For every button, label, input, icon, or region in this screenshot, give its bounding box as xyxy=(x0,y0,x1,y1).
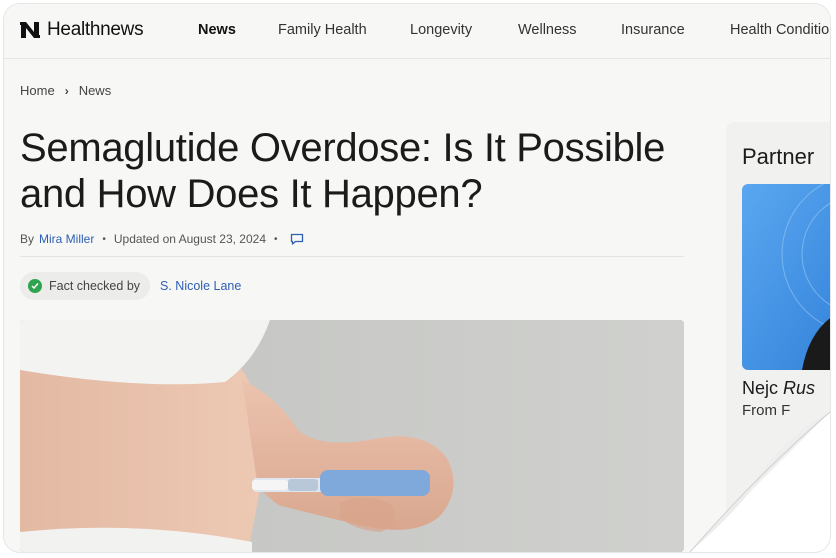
comment-icon[interactable] xyxy=(290,233,304,245)
author-link[interactable]: Mira Miller xyxy=(39,232,94,246)
page-frame: Healthnews News Family Health Longevity … xyxy=(4,4,830,552)
sidebar-title: Partner xyxy=(742,144,815,169)
injection-pen-illustration xyxy=(20,320,684,552)
breadcrumb-home[interactable]: Home xyxy=(20,83,55,98)
article-title: Semaglutide Overdose: Is It Possible and… xyxy=(20,126,666,216)
separator-dot: • xyxy=(274,233,278,245)
brand-name: Healthnews xyxy=(47,19,144,40)
partner-last-name: Rus xyxy=(783,378,816,398)
byline-divider xyxy=(20,256,684,257)
breadcrumb: Home › News xyxy=(20,83,111,98)
chevron-right-icon: › xyxy=(64,83,69,98)
updated-date: Updated on August 23, 2024 xyxy=(113,232,267,246)
nav-item-news[interactable]: News xyxy=(198,22,236,38)
page-curl-decoration xyxy=(689,411,830,552)
separator-dot: • xyxy=(102,233,106,245)
byline-prefix: By xyxy=(20,232,35,246)
breadcrumb-current[interactable]: News xyxy=(79,83,112,98)
fact-check-row: Fact checked by S. Nicole Lane xyxy=(20,272,241,300)
nav-item-health-conditions[interactable]: Health Conditio xyxy=(730,22,829,38)
partner-first-name: Nejc xyxy=(742,378,779,398)
partner-name: Nejc Rus xyxy=(742,378,815,399)
hero-image xyxy=(20,320,684,552)
article-byline: By Mira Miller • Updated on August 23, 2… xyxy=(20,232,304,246)
healthnews-logo-icon xyxy=(20,22,40,38)
brand-logo[interactable]: Healthnews xyxy=(20,19,144,41)
nav-item-longevity[interactable]: Longevity xyxy=(410,22,472,38)
nav-item-insurance[interactable]: Insurance xyxy=(621,22,685,38)
check-circle-icon xyxy=(28,279,42,293)
nav-item-family-health[interactable]: Family Health xyxy=(278,22,367,38)
fact-checker-link[interactable]: S. Nicole Lane xyxy=(160,279,241,293)
partner-portrait xyxy=(742,184,830,370)
fact-check-badge: Fact checked by xyxy=(20,272,151,300)
nav-item-wellness[interactable]: Wellness xyxy=(518,22,577,38)
fact-check-label: Fact checked by xyxy=(49,279,141,293)
partner-image[interactable] xyxy=(742,184,830,370)
top-navigation-bar: Healthnews News Family Health Longevity … xyxy=(4,4,830,59)
